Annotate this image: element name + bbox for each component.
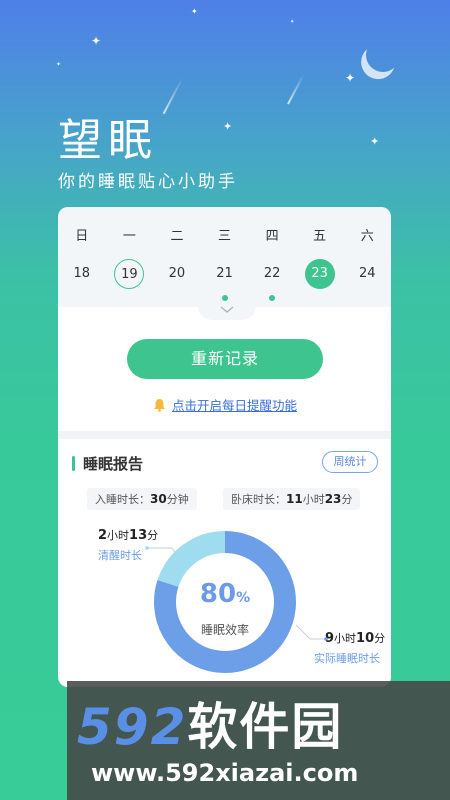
main-card: 日 一 二 三 四 五 六 18 19 20 21 22 23 24 重新记录 … xyxy=(58,207,391,687)
star-icon: ✦ xyxy=(345,71,356,85)
awake-hours-unit: 小时 xyxy=(107,529,130,542)
star-icon: ✦ xyxy=(223,120,233,133)
app-title: 望眠 xyxy=(58,115,158,166)
efficiency-label: 睡眠效率 xyxy=(200,623,249,637)
awake-label: 清醒时长 xyxy=(98,549,142,562)
star-icon: ✦ xyxy=(56,61,62,68)
moon-icon xyxy=(361,33,405,77)
actual-minutes: 10 xyxy=(356,631,375,646)
watermark-banner: 592软件园 www.592xiazai.com xyxy=(67,681,450,800)
star-icon: ✦ xyxy=(91,34,102,48)
watermark-text: 软件园 xyxy=(187,698,344,756)
watermark-digits: 592 xyxy=(77,698,188,756)
actual-hours: 9 xyxy=(325,631,335,646)
watermark-brand: 592软件园 xyxy=(77,687,343,759)
awake-minutes-unit: 分 xyxy=(147,529,159,542)
efficiency-number: 80 xyxy=(199,579,237,609)
shooting-star xyxy=(162,77,184,115)
star-icon: ✦ xyxy=(191,7,198,16)
efficiency-unit: % xyxy=(236,590,251,606)
awake-hours: 2 xyxy=(98,528,108,543)
actual-sleep-duration: 9小时10分 xyxy=(325,630,385,646)
shooting-star xyxy=(287,73,305,105)
efficiency-value: 80% xyxy=(150,579,300,609)
star-icon: ✦ xyxy=(370,135,380,148)
app-subtitle: 你的睡眠贴心小助手 xyxy=(58,172,238,192)
donut-segment-awake xyxy=(157,531,226,588)
awake-duration: 2小时13分 xyxy=(98,527,158,543)
star-icon: ✦ xyxy=(290,19,295,25)
actual-sleep-label: 实际睡眠时长 xyxy=(314,652,380,665)
actual-hours-unit: 小时 xyxy=(334,632,357,645)
actual-minutes-unit: 分 xyxy=(374,632,386,645)
watermark-url: www.592xiazai.com xyxy=(91,759,359,787)
awake-minutes: 13 xyxy=(129,528,148,543)
